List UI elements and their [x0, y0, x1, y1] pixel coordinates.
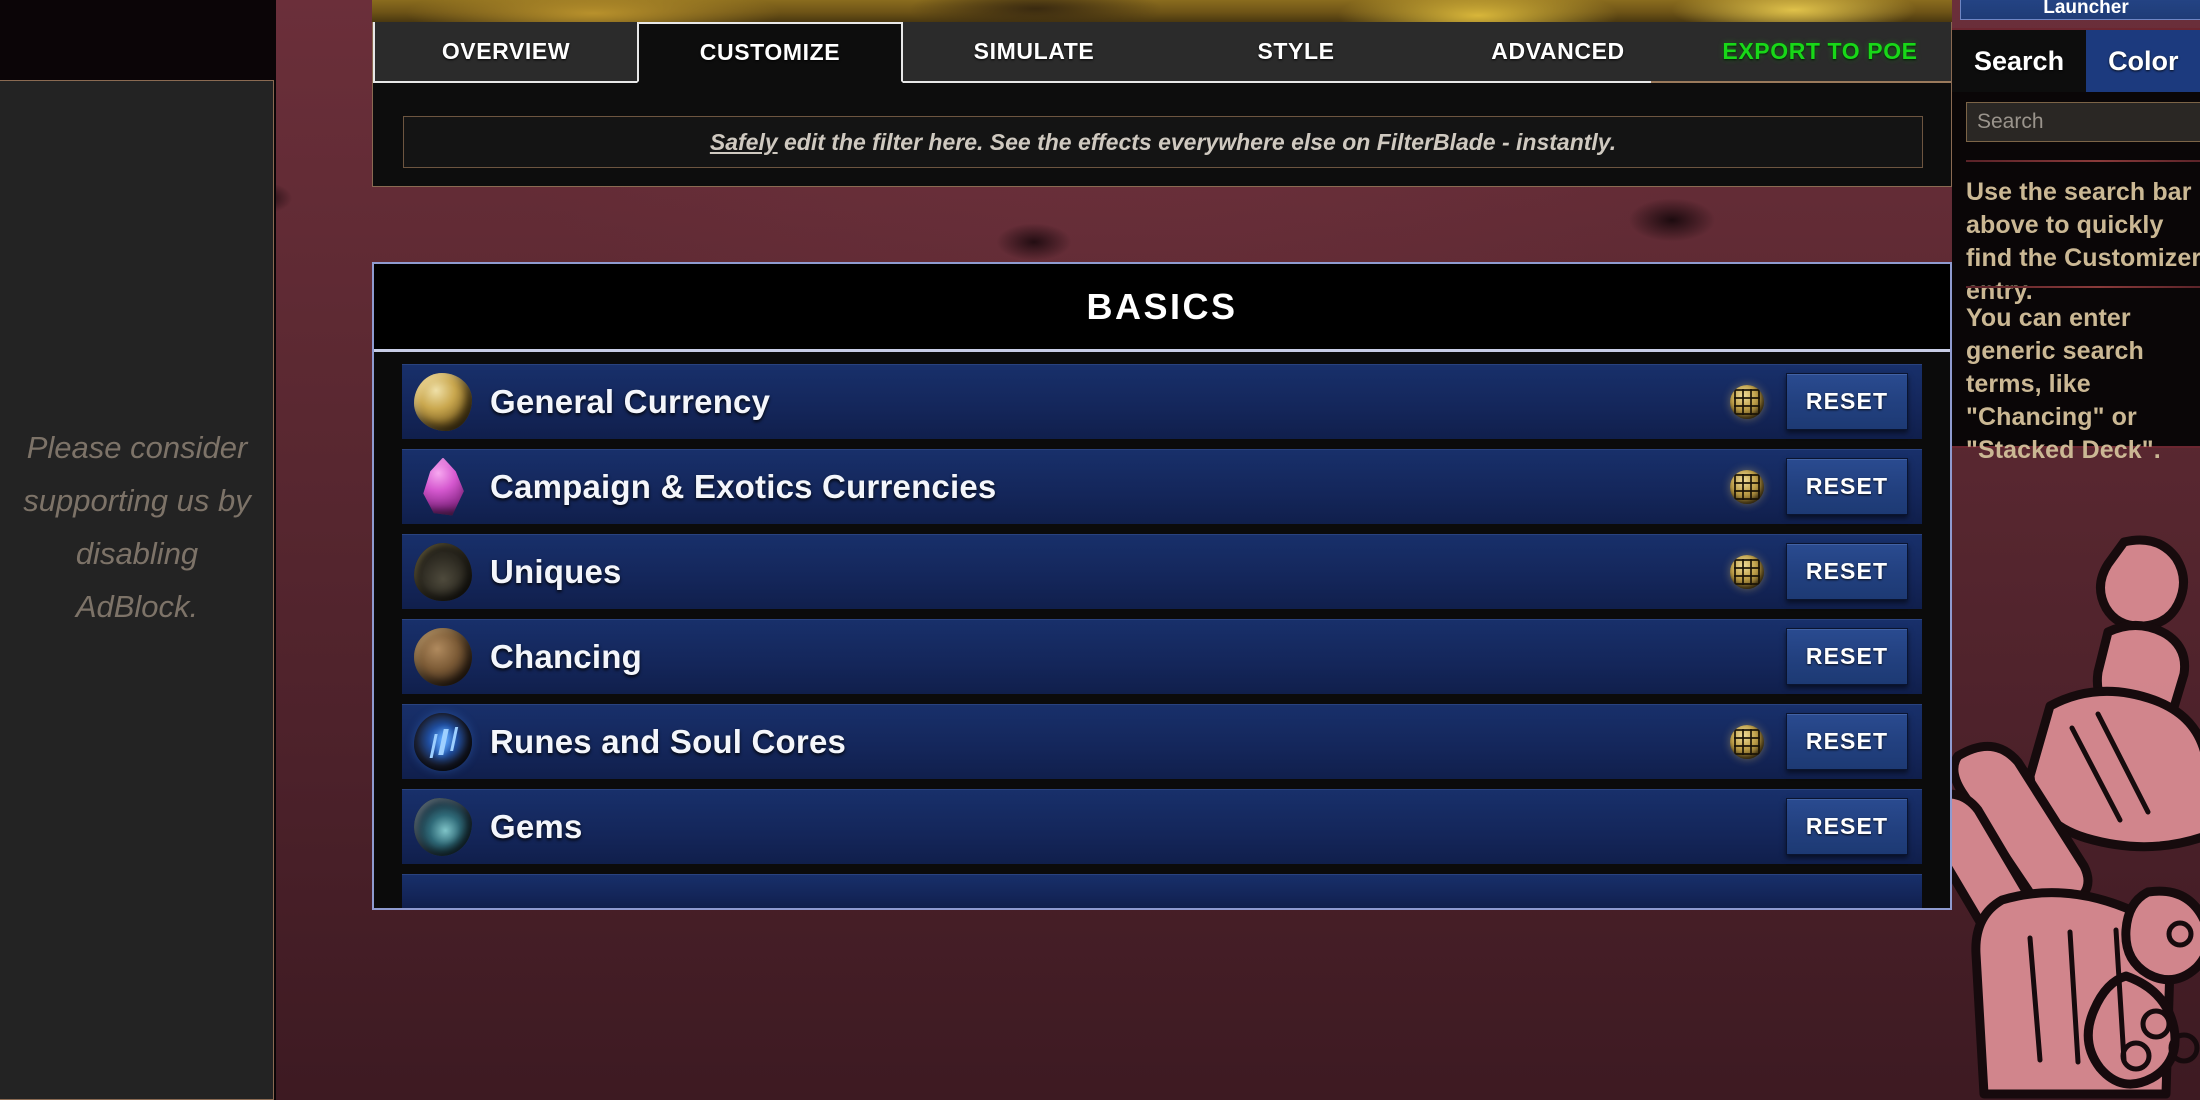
list-item-label: Chancing [490, 637, 642, 675]
rune-stone-icon [414, 712, 472, 771]
reset-button[interactable]: RESET [1786, 373, 1908, 430]
list-item[interactable]: General Currency RESET [402, 364, 1922, 439]
reset-button[interactable]: RESET [1786, 458, 1908, 515]
safe-edit-notice-text: Safely edit the filter here. See the eff… [710, 129, 1616, 156]
tab-search[interactable]: Search [1952, 30, 2087, 92]
tab-simulate[interactable]: SIMULATE [903, 22, 1165, 81]
tile-grid-icon[interactable] [1730, 384, 1764, 419]
list-item[interactable]: Uniques RESET [402, 534, 1922, 609]
divider [1966, 160, 2200, 162]
export-tab-underline [1651, 81, 1951, 83]
tile-grid-icon[interactable] [1730, 554, 1764, 589]
magenta-crystal-icon [423, 457, 464, 516]
basics-section-header: BASICS [374, 264, 1950, 352]
adblock-message: Please consider supporting us by disabli… [23, 430, 251, 624]
basics-row-list: General Currency RESET Campaign & Exotic… [374, 352, 1950, 908]
notice-emphasis: Safely [709, 128, 778, 155]
tab-customize[interactable]: CUSTOMIZE [637, 22, 903, 83]
navigation-panel: OVERVIEW CUSTOMIZE SIMULATE STYLE ADVANC… [372, 22, 1952, 187]
divider [1966, 286, 2200, 288]
sidebar-tabstrip: Search Color [1952, 30, 2200, 92]
search-help-text-2: You can enter generic search terms, like… [1966, 304, 2161, 464]
reset-button[interactable]: RESET [1786, 543, 1908, 600]
basics-section: BASICS General Currency RESET Campaign &… [372, 262, 1952, 910]
main-tabstrip: OVERVIEW CUSTOMIZE SIMULATE STYLE ADVANC… [373, 22, 1951, 83]
list-item[interactable]: Campaign & Exotics Currencies RESET [402, 449, 1922, 524]
line-art-figure [1952, 535, 2200, 1099]
app-root: Please consider supporting us by disabli… [0, 0, 2200, 1100]
tab-advanced[interactable]: ADVANCED [1427, 22, 1689, 81]
gem-geode-icon [414, 797, 472, 856]
tile-grid-icon[interactable] [1730, 724, 1764, 759]
adblock-notice-box: Please consider supporting us by disabli… [0, 80, 274, 1100]
list-item-label: General Currency [490, 382, 771, 420]
tile-grid-icon[interactable] [1730, 469, 1764, 504]
tab-overview[interactable]: OVERVIEW [373, 22, 637, 81]
section-title: BASICS [1086, 285, 1238, 327]
tab-style[interactable]: STYLE [1165, 22, 1427, 81]
tab-export-to-poe[interactable]: EXPORT TO POE [1689, 22, 1951, 81]
currency-shard-icon [414, 372, 472, 431]
list-item-label: Campaign & Exotics Currencies [490, 467, 997, 505]
search-input[interactable] [1966, 102, 2200, 142]
list-item[interactable]: Gems RESET [402, 789, 1922, 864]
list-item-partial[interactable] [402, 874, 1922, 908]
safe-edit-notice: Safely edit the filter here. See the eff… [403, 116, 1923, 168]
list-item-label: Gems [490, 807, 583, 845]
amulet-icon [414, 627, 472, 686]
right-sidebar: Launcher Search Color Use the search bar… [1952, 0, 2200, 1100]
reset-button[interactable]: RESET [1786, 713, 1908, 770]
beast-head-icon [414, 542, 472, 601]
list-item[interactable]: Chancing RESET [402, 619, 1922, 694]
reset-button[interactable]: RESET [1786, 798, 1908, 855]
list-item-label: Runes and Soul Cores [490, 722, 847, 760]
notice-rest: edit the filter here. See the effects ev… [777, 128, 1617, 155]
search-help-text-1: Use the search bar above to quickly find… [1966, 178, 2200, 305]
left-ad-rail: Please consider supporting us by disabli… [0, 0, 276, 1100]
tab-color[interactable]: Color [2086, 30, 2200, 92]
list-item[interactable]: Runes and Soul Cores RESET [402, 704, 1922, 779]
list-item-label: Uniques [490, 552, 622, 590]
main-content-column: OVERVIEW CUSTOMIZE SIMULATE STYLE ADVANC… [372, 0, 1952, 1100]
launcher-button[interactable]: Launcher [1960, 0, 2200, 20]
search-help-panel: Search Color Use the search bar above to… [1952, 28, 2200, 464]
reset-button[interactable]: RESET [1786, 628, 1908, 685]
